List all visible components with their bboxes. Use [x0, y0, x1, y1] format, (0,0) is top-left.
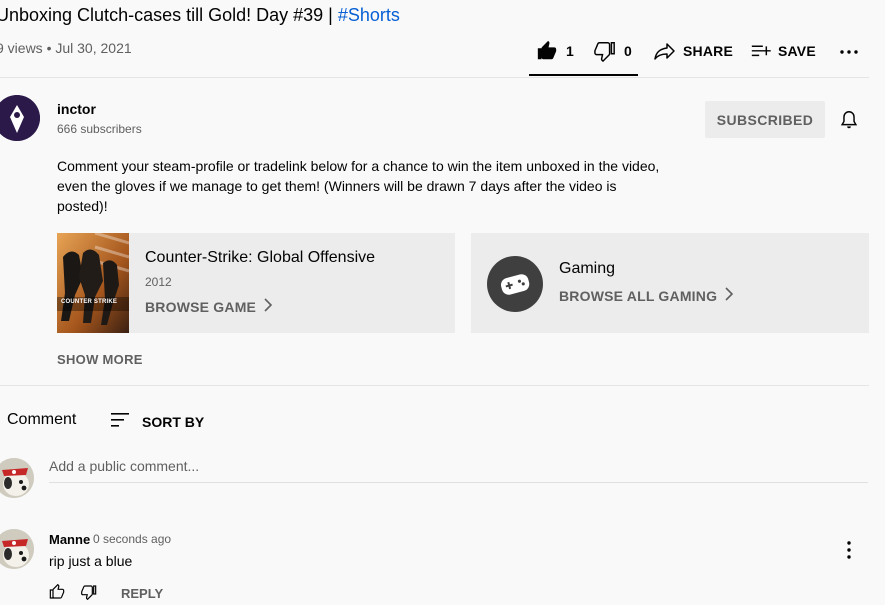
- thumbs-up-icon: [536, 40, 558, 62]
- more-horizontal-icon: [837, 39, 861, 63]
- game-card[interactable]: COUNTER STRIKE Counter-Strike: Global Of…: [57, 233, 455, 333]
- video-meta: 9 views • Jul 30, 2021: [0, 40, 132, 56]
- chevron-right-icon: [262, 298, 274, 315]
- like-button[interactable]: 1: [536, 38, 574, 64]
- comment-actions: REPLY: [49, 583, 163, 603]
- subscribed-button[interactable]: SUBSCRIBED: [705, 101, 825, 138]
- more-vertical-icon: [847, 541, 851, 559]
- thumbs-down-icon: [594, 40, 616, 62]
- browse-game-label: BROWSE GAME: [145, 298, 257, 315]
- save-label: SAVE: [778, 43, 816, 59]
- subscriber-count: 666 subscribers: [57, 122, 142, 136]
- like-count: 1: [566, 43, 574, 59]
- chevron-right-icon: [723, 287, 735, 304]
- divider-top: [0, 77, 869, 78]
- thumbs-down-icon: [81, 585, 97, 601]
- browse-game-link[interactable]: BROWSE GAME: [145, 298, 274, 315]
- comment-timestamp[interactable]: 0 seconds ago: [93, 532, 171, 546]
- playlist-add-icon: [750, 40, 772, 62]
- boxart-logo-text: COUNTER STRIKE: [61, 299, 118, 305]
- gaming-title: Gaming: [559, 260, 616, 277]
- browse-all-gaming-link[interactable]: BROWSE ALL GAMING: [559, 287, 735, 304]
- sort-icon: [110, 410, 132, 433]
- channel-name[interactable]: inctor: [57, 101, 96, 117]
- share-arrow-icon: [653, 39, 677, 63]
- gaming-card[interactable]: Gaming BROWSE ALL GAMING: [471, 233, 869, 333]
- channel-logo-icon: [0, 95, 40, 141]
- video-description: Comment your steam-profile or tradelink …: [57, 158, 660, 214]
- browse-all-gaming-label: BROWSE ALL GAMING: [559, 287, 718, 304]
- comment-author-avatar[interactable]: [0, 529, 34, 569]
- channel-avatar[interactable]: [0, 95, 40, 141]
- save-button[interactable]: SAVE: [750, 38, 816, 64]
- like-ratio-bar: [529, 74, 638, 76]
- share-button[interactable]: SHARE: [653, 38, 733, 64]
- game-year: 2012: [145, 275, 172, 289]
- add-comment-input[interactable]: Add a public comment...: [49, 458, 868, 483]
- comment-dislike-button[interactable]: [81, 584, 97, 603]
- thumbs-up-icon: [49, 583, 65, 599]
- comment-count: Comment: [7, 411, 77, 428]
- game-title: Counter-Strike: Global Offensive: [145, 249, 376, 266]
- dog-avatar-icon: [0, 529, 34, 569]
- dog-avatar-icon: [0, 458, 34, 498]
- comment-menu-button[interactable]: [837, 538, 861, 562]
- comment-like-button[interactable]: [49, 583, 65, 603]
- dislike-button[interactable]: 0: [594, 38, 632, 64]
- video-title: Unboxing Clutch-cases till Gold! Day #39…: [0, 5, 400, 26]
- hashtag-link[interactable]: #Shorts: [338, 5, 400, 25]
- notification-bell-button[interactable]: [838, 108, 860, 137]
- comment-text: rip just a blue: [49, 553, 133, 569]
- dislike-count: 0: [624, 43, 632, 59]
- video-title-text: Unboxing Clutch-cases till Gold! Day #39…: [0, 5, 338, 25]
- game-boxart: COUNTER STRIKE: [57, 233, 129, 333]
- bell-icon: [838, 111, 860, 136]
- gaming-controller-icon: [487, 256, 543, 312]
- sort-by-label: SORT BY: [142, 413, 205, 430]
- comment-author[interactable]: Manne: [49, 532, 90, 547]
- more-actions-button[interactable]: [837, 38, 861, 64]
- current-user-avatar: [0, 458, 34, 498]
- show-more-button[interactable]: SHOW MORE: [57, 352, 143, 367]
- comment-reply-button[interactable]: REPLY: [121, 586, 163, 601]
- divider-comments: [0, 385, 869, 386]
- sort-by-button[interactable]: SORT BY: [110, 410, 204, 433]
- share-label: SHARE: [683, 43, 734, 59]
